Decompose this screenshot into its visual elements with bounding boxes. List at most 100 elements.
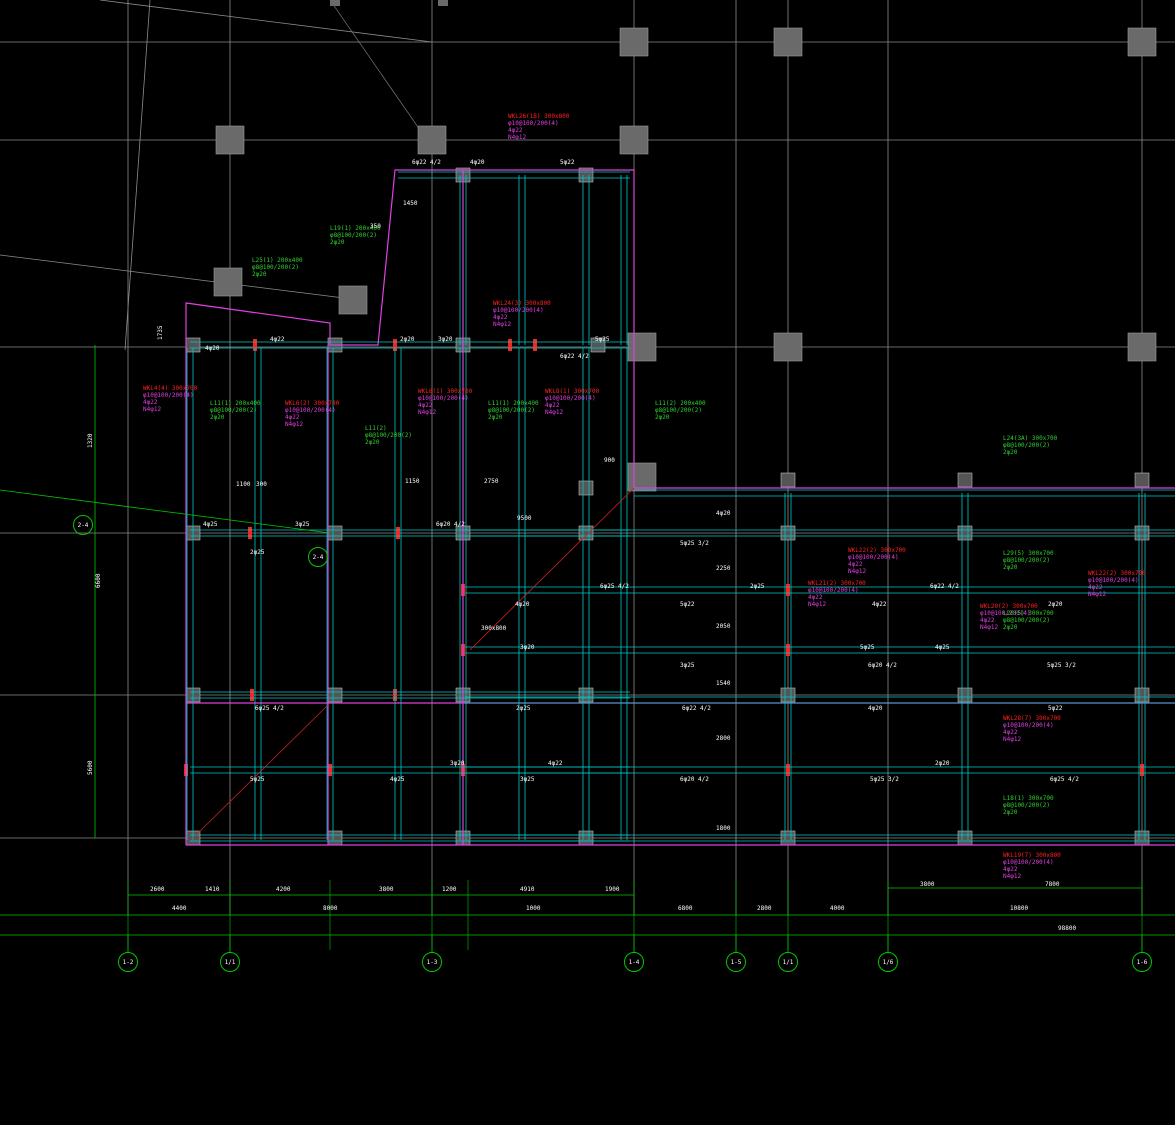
beam-label-stirrup: φ10@100/200(4) — [285, 407, 336, 414]
column-tick — [533, 339, 537, 351]
beam-label-red: WKL19(7) 300x800 — [1003, 852, 1061, 859]
beam-label-reinf: 4φ22 — [1088, 584, 1103, 591]
beam-label-reinf: N4φ12 — [285, 421, 303, 428]
rebar-mark: 3φ25 — [680, 662, 695, 669]
rebar-mark: 5φ22 — [560, 159, 575, 166]
grid-lines — [0, 0, 1175, 915]
beam-label-red: WKL8(1) 300x700 — [418, 388, 473, 395]
axis-label: 2-4 — [78, 522, 89, 529]
column-square — [213, 267, 243, 297]
beam-label-stirrup: φ10@100/200(4) — [1088, 577, 1139, 584]
small-dim: 9500 — [517, 515, 532, 522]
column-square — [215, 125, 245, 155]
small-dim: 2750 — [484, 478, 499, 485]
column-square — [780, 687, 796, 703]
outline-polyline — [185, 169, 1175, 845]
rebar-mark: 3φ20 — [520, 644, 535, 651]
dim-text: 1735 — [157, 325, 164, 340]
beam-label-green: L24(3A) 300x700 — [1003, 435, 1058, 442]
rebar-mark: 6φ20 4/2 — [868, 662, 897, 669]
beam-label-stirrup: φ8@100/200(2) — [330, 232, 377, 239]
beam-label-reinf: 2φ20 — [488, 414, 503, 421]
column-square — [578, 525, 594, 541]
dim-text: 4400 — [172, 905, 187, 912]
beam-label-green: L11(1) 200x400 — [488, 400, 539, 407]
rebar-mark: 4φ20 — [205, 345, 220, 352]
rebar-mark: 3φ25 — [295, 521, 310, 528]
axis-label: 1-2 — [123, 959, 134, 966]
beam-label-reinf: 2φ20 — [330, 239, 345, 246]
beam-label-stirrup: φ8@100/200(2) — [1003, 802, 1050, 809]
axis-label: 1-6 — [1137, 959, 1148, 966]
rebar-mark: 6φ22 4/2 — [560, 353, 589, 360]
beam-label-reinf: 2φ20 — [1003, 564, 1018, 571]
column-tick — [786, 584, 790, 596]
rebar-mark: 2φ20 — [1048, 601, 1063, 608]
axis-label: 1-4 — [629, 959, 640, 966]
dim-text: 2600 — [150, 886, 165, 893]
beam-label-stirrup: φ8@100/200(2) — [655, 407, 702, 414]
beam-label-reinf: 4φ22 — [1003, 866, 1018, 873]
structural-plan-drawing: 1320 6600 5600 1735 2600 1410 4200 3800 1200 4910… — [0, 0, 1175, 972]
small-dim: 2800 — [716, 735, 731, 742]
grid-line-skew — [329, 0, 421, 131]
dim-text: 6600 — [95, 573, 102, 588]
column-square — [338, 285, 368, 315]
dim-text: 3800 — [920, 881, 935, 888]
rebar-mark: 4φ20 — [868, 705, 883, 712]
rebar-mark: 6φ22 4/2 — [412, 159, 441, 166]
beam-label-red: WKL4(4) 300x700 — [143, 385, 198, 392]
axis-label: 1/1 — [783, 959, 794, 966]
beam-label-reinf: N4φ12 — [418, 409, 436, 416]
dim-text: 1320 — [87, 433, 94, 448]
beam-label-reinf: N4φ12 — [508, 134, 526, 141]
column-tick — [396, 527, 400, 539]
column-square — [1134, 472, 1150, 488]
beam-label-red: WKL22(2) 300x700 — [1088, 570, 1146, 577]
beam-label-reinf: 4φ22 — [1003, 729, 1018, 736]
beam-label-stirrup: φ10@100/200(4) — [1003, 722, 1054, 729]
small-dim: 4φ20 — [716, 510, 731, 517]
dim-text: 1200 — [442, 886, 457, 893]
rebar-mark: 5φ25 — [860, 644, 875, 651]
grid-line-skew — [0, 254, 361, 301]
dim-text: 98800 — [1058, 925, 1076, 932]
small-dim: 350 — [370, 223, 381, 230]
small-dim: 900 — [604, 457, 615, 464]
beam-label-reinf: N4φ12 — [1003, 736, 1021, 743]
dimension-lines: 1320 6600 5600 1735 2600 1410 4200 3800 1200 4910… — [0, 325, 1175, 950]
beam-label-stirrup: φ8@100/200(2) — [488, 407, 535, 414]
rebar-mark: 3φ25 — [520, 776, 535, 783]
axis-label: 1-5 — [731, 959, 742, 966]
beam-label-stirrup: φ8@100/200(2) — [1003, 442, 1050, 449]
column-square — [438, 0, 448, 6]
rebar-mark: 3φ20 — [450, 760, 465, 767]
beam-label-red: WKL28(7) 300x700 — [1003, 715, 1061, 722]
rebar-mark: 4φ25 — [390, 776, 405, 783]
beam-label-green: L18(1) 300x700 — [1003, 795, 1054, 802]
beam-labels: WKL4(4) 300x700φ10@100/200(4)4φ22N4φ12WK… — [143, 113, 1146, 880]
column-square — [578, 480, 594, 496]
column-square — [957, 472, 973, 488]
dim-text: 6800 — [678, 905, 693, 912]
dim-line-skew — [0, 489, 331, 534]
beam-label-reinf: 2φ20 — [1003, 449, 1018, 456]
rebar-mark: 2φ25 — [750, 583, 765, 590]
beam-label-stirrup: φ10@100/200(4) — [508, 120, 559, 127]
dim-text: 2800 — [757, 905, 772, 912]
rebar-mark: 4φ22 — [872, 601, 887, 608]
building-outline — [185, 169, 1175, 846]
axis-label: 1-3 — [427, 959, 438, 966]
beam-label-red: WKL26(1B) 300x800 — [508, 113, 570, 120]
column-square — [957, 525, 973, 541]
beam-label-stirrup: φ8@100/200(2) — [1003, 557, 1050, 564]
beam-label-reinf: N4φ12 — [1003, 873, 1021, 880]
column-square — [619, 125, 649, 155]
rebar-mark: 6φ22 4/2 — [930, 583, 959, 590]
rebar-mark: 3φ20 — [438, 336, 453, 343]
column-tick — [786, 764, 790, 776]
beam-label-red: WKL22(2) 300x700 — [848, 547, 906, 554]
grid-line-skew — [124, 0, 151, 351]
axis-label: 1/6 — [883, 959, 894, 966]
beam-label-stirrup: φ8@100/200(2) — [252, 264, 299, 271]
